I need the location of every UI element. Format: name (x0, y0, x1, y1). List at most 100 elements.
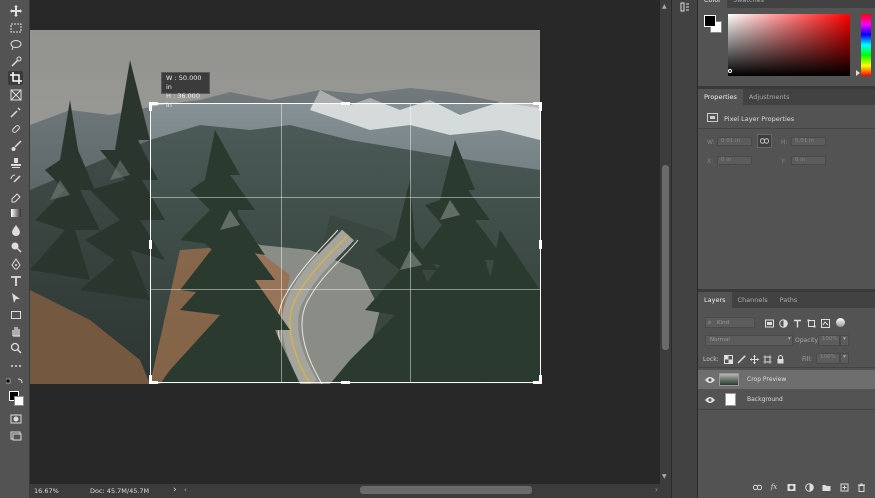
status-menu-arrow-icon[interactable]: › (173, 485, 177, 495)
foreground-color-chip-top[interactable] (704, 15, 716, 27)
layer-row-background[interactable]: Background (698, 390, 875, 409)
visibility-eye-icon[interactable] (705, 376, 715, 384)
width-label: W: (707, 139, 715, 146)
layer-row-crop-preview[interactable]: Crop Preview (698, 370, 875, 389)
tab-color[interactable]: Color (698, 0, 727, 8)
crop-box[interactable] (149, 102, 542, 384)
crop-grid-line (410, 104, 412, 382)
horizontal-scroll-thumb[interactable] (360, 486, 532, 494)
type-tool-icon[interactable] (8, 274, 23, 288)
scroll-left-icon[interactable]: ‹ (184, 486, 187, 494)
y-field[interactable]: 0 in (791, 156, 826, 165)
history-panel-icon[interactable] (680, 2, 690, 12)
hue-slider-handle[interactable] (856, 70, 860, 76)
crop-handle-tr[interactable] (539, 102, 542, 111)
history-brush-icon[interactable] (8, 173, 23, 187)
hue-slider[interactable] (861, 14, 871, 76)
add-mask-icon[interactable] (786, 482, 796, 492)
crop-handle-left[interactable] (149, 240, 152, 249)
marquee-tool-icon[interactable] (8, 21, 23, 35)
crop-handle-right[interactable] (539, 240, 542, 249)
tab-paths[interactable]: Paths (774, 292, 804, 308)
path-selection-icon[interactable] (8, 291, 23, 305)
lock-position-icon[interactable] (749, 354, 759, 364)
scroll-down-icon[interactable]: ▼ (662, 473, 667, 480)
layer-name[interactable]: Crop Preview (747, 376, 786, 383)
lock-transparent-icon[interactable] (723, 354, 733, 364)
lock-label: Lock: (703, 356, 719, 363)
layer-name[interactable]: Background (747, 396, 783, 403)
right-panels: Color Swatches Properties Adjustments Pi… (697, 0, 875, 498)
kind-select-label: Kind (717, 320, 730, 326)
eraser-icon[interactable] (8, 190, 23, 204)
properties-panel-tabs: Properties Adjustments (698, 89, 875, 105)
scroll-right-icon[interactable]: › (655, 486, 658, 494)
move-tool-icon[interactable] (8, 4, 23, 18)
lock-artboard-icon[interactable] (762, 354, 772, 364)
delete-layer-trash-icon[interactable] (856, 482, 866, 492)
layers-panel-tabs: Layers Channels Paths (698, 292, 875, 308)
swap-colors-icon[interactable] (5, 378, 24, 386)
opacity-field[interactable]: 100% (818, 335, 840, 346)
document-size: Doc: 45.7M/45.7M (90, 487, 150, 495)
link-layers-icon[interactable] (752, 482, 762, 492)
background-color-swatch[interactable] (14, 396, 24, 406)
crop-handle-bl[interactable] (149, 375, 152, 384)
new-group-folder-icon[interactable] (821, 482, 831, 492)
type-filter-icon[interactable] (792, 318, 802, 328)
link-dimensions-icon[interactable] (757, 134, 772, 148)
pixel-filter-icon[interactable] (764, 318, 774, 328)
blend-mode-select[interactable]: Normal (705, 335, 793, 346)
scroll-up-icon[interactable]: ▲ (662, 3, 667, 10)
fx-icon[interactable]: fx (769, 482, 779, 492)
crop-handle-br[interactable] (539, 375, 542, 384)
new-adjustment-layer-icon[interactable] (804, 482, 814, 492)
healing-brush-icon[interactable] (8, 122, 23, 136)
adjustment-filter-icon[interactable] (778, 318, 788, 328)
crop-handle-bottom[interactable] (341, 381, 350, 384)
crop-width-readout: W : 50.000 in (166, 74, 202, 91)
eyedropper-icon[interactable] (8, 105, 23, 119)
lock-image-icon[interactable] (736, 354, 746, 364)
quick-selection-icon[interactable] (8, 55, 23, 69)
rectangle-tool-icon[interactable] (8, 308, 23, 322)
crop-handle-tl[interactable] (149, 102, 152, 111)
tab-properties[interactable]: Properties (698, 89, 743, 105)
dodge-tool-icon[interactable] (8, 240, 23, 254)
tab-adjustments[interactable]: Adjustments (743, 89, 796, 105)
opacity-chevron-icon[interactable]: ▾ (840, 335, 849, 346)
tab-channels[interactable]: Channels (732, 292, 774, 308)
quick-mask-icon[interactable] (8, 412, 23, 426)
hand-tool-icon[interactable] (8, 324, 23, 338)
fill-field[interactable]: 100% (816, 353, 840, 364)
color-picker-cursor[interactable] (728, 69, 732, 73)
gradient-icon[interactable] (8, 206, 23, 220)
tab-layers[interactable]: Layers (698, 292, 732, 308)
visibility-eye-icon[interactable] (705, 396, 715, 404)
crop-handle-top[interactable] (341, 102, 350, 105)
color-field[interactable] (728, 14, 850, 76)
width-field[interactable]: 0.01 in (717, 137, 752, 146)
blur-tool-icon[interactable] (8, 223, 23, 237)
lasso-tool-icon[interactable] (8, 38, 23, 52)
brush-tool-icon[interactable] (8, 139, 23, 153)
fill-chevron-icon[interactable]: ▾ (840, 353, 849, 364)
screen-mode-icon[interactable] (8, 429, 23, 443)
lock-all-icon[interactable] (775, 354, 785, 364)
x-field[interactable]: 0 in (717, 156, 752, 165)
height-field[interactable]: 0.01 in (791, 137, 826, 146)
vertical-scroll-thumb[interactable] (662, 165, 669, 350)
crop-tool-icon[interactable] (8, 71, 23, 85)
pen-tool-icon[interactable] (8, 257, 23, 271)
shape-filter-icon[interactable] (806, 318, 816, 328)
more-tools-icon[interactable] (8, 359, 23, 373)
filter-toggle-icon[interactable] (836, 318, 845, 327)
zoom-level[interactable]: 16.67% (34, 487, 59, 495)
tab-swatches[interactable]: Swatches (727, 0, 770, 8)
layer-kind-filter[interactable]: ⌕ Kind (705, 317, 755, 328)
smart-object-filter-icon[interactable] (820, 318, 830, 328)
new-layer-icon[interactable] (839, 482, 849, 492)
zoom-tool-icon[interactable] (8, 341, 23, 355)
clone-stamp-icon[interactable] (8, 156, 23, 170)
frame-tool-icon[interactable] (8, 88, 23, 102)
